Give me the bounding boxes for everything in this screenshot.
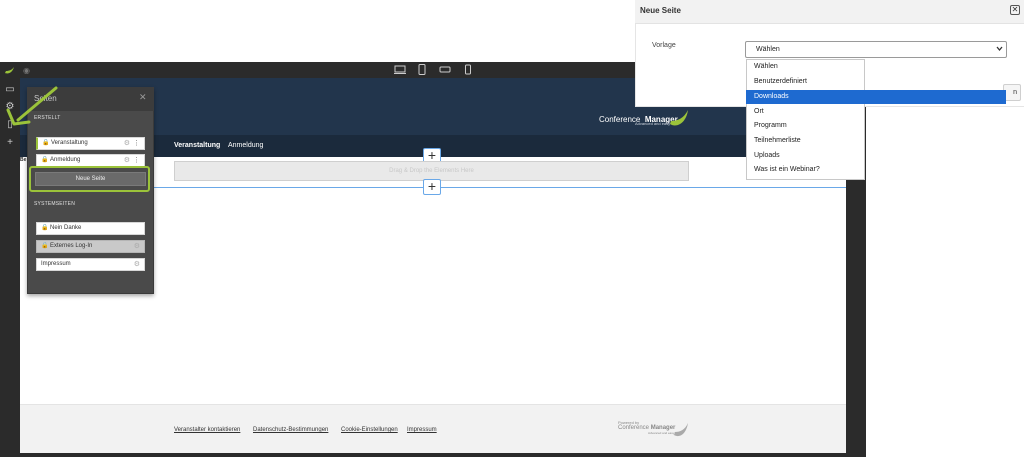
option-downloads[interactable]: Downloads	[754, 93, 789, 100]
editor-left-sidebar	[0, 78, 20, 457]
phone-icon[interactable]	[465, 64, 471, 75]
lock-icon: 🔒	[41, 225, 49, 231]
page-item-externes-login[interactable]: 🔒 Externes Log-In ⚙	[36, 240, 145, 253]
nav-item-anmeldung[interactable]: Anmeldung	[228, 142, 263, 149]
lock-icon: 🔒	[42, 140, 50, 146]
powered-by-logo: Powered by Conference Manager Advanced a…	[618, 420, 676, 435]
option-waehlen[interactable]: Wählen	[754, 63, 778, 70]
footer-link-privacy[interactable]: Datenschutz-Bestimmungen	[253, 427, 328, 433]
add-plus-icon[interactable]: +	[4, 137, 16, 149]
drag-handle-icon[interactable]: ⋮	[133, 155, 140, 166]
app-root: ◉ ▭ ⚙ ▯ + Conference Manager Advanced an…	[0, 0, 1024, 457]
modal-title: Neue Seite	[640, 6, 681, 15]
system-section-label: SYSTEMSEITEN	[34, 201, 76, 207]
powered-by-leaf-icon	[674, 423, 688, 437]
tablet-landscape-icon[interactable]	[439, 64, 451, 75]
pages-panel-close-icon[interactable]: ✕	[139, 92, 147, 103]
nav-item-veranstaltung[interactable]: Veranstaltung	[174, 142, 220, 149]
preview-eye-icon[interactable]: ◉	[23, 66, 30, 75]
app-logo-icon	[5, 67, 14, 74]
option-programm[interactable]: Programm	[754, 122, 787, 129]
lock-icon: 🔒	[41, 157, 49, 163]
drag-handle-icon[interactable]: ⋮	[133, 138, 140, 149]
gear-icon[interactable]: ⚙	[134, 241, 140, 252]
conference-manager-logo: Conference Manager Advanced and easy	[599, 115, 678, 126]
tablet-portrait-icon[interactable]	[418, 64, 426, 75]
template-select[interactable]: Wählen	[745, 41, 1007, 58]
option-webinar[interactable]: Was ist ein Webinar?	[754, 166, 820, 173]
chevron-down-icon	[996, 46, 1003, 52]
footer-link-contact[interactable]: Veranstalter kontaktieren	[174, 427, 240, 433]
content-label: Be	[20, 157, 27, 163]
modal-close-icon[interactable]: ✕	[1010, 5, 1020, 15]
option-teilnehmerliste[interactable]: Teilnehmerliste	[754, 137, 801, 144]
footer-link-imprint[interactable]: Impressum	[407, 427, 437, 433]
new-page-highlight-ring	[29, 166, 150, 192]
modal-header	[635, 0, 1024, 24]
gear-icon[interactable]: ⚙	[124, 138, 130, 149]
gear-icon[interactable]: ⚙	[124, 155, 130, 166]
option-uploads[interactable]: Uploads	[754, 152, 780, 159]
page-item-veranstaltung[interactable]: 🔒 Veranstaltung ⚙ ⋮	[36, 137, 145, 150]
option-benutzerdefiniert[interactable]: Benutzerdefiniert	[754, 78, 807, 85]
conference-manager-leaf-icon	[670, 110, 688, 126]
lock-icon: 🔒	[41, 243, 49, 249]
desktop-icon[interactable]	[394, 64, 406, 75]
footer-link-cookies[interactable]: Cookie-Einstellungen	[341, 427, 398, 433]
add-section-below-button[interactable]: +	[423, 179, 441, 195]
page-item-nein-danke[interactable]: 🔒 Nein Danke	[36, 222, 145, 235]
option-ort[interactable]: Ort	[754, 108, 764, 115]
template-label: Vorlage	[652, 42, 676, 49]
gear-icon[interactable]: ⚙	[134, 259, 140, 270]
page-item-impressum[interactable]: Impressum ⚙	[36, 258, 145, 271]
annotation-arrow-icon	[6, 86, 58, 126]
editor-bottom-border	[0, 453, 866, 457]
